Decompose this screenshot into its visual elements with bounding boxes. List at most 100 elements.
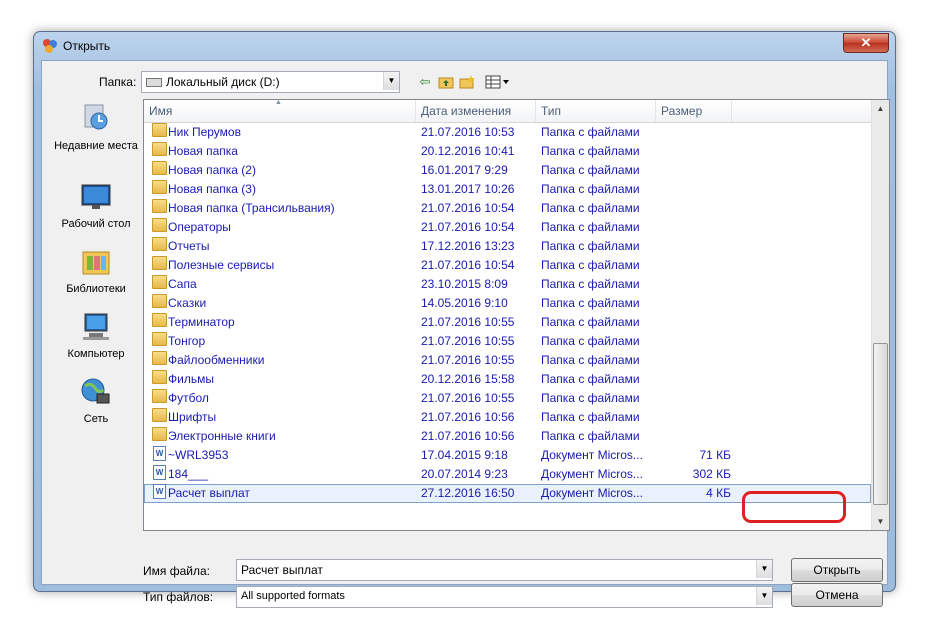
folder-icon (152, 275, 167, 289)
file-type: Папка с файлами (541, 353, 640, 367)
table-row[interactable]: Электронные книги 21.07.2016 10:56 Папка с… (144, 427, 871, 446)
file-type: Папка с файлами (541, 258, 640, 272)
file-type: Папка с файлами (541, 163, 640, 177)
table-row[interactable]: Тонгор 21.07.2016 10:55 Папка с файлами (144, 332, 871, 351)
desktop-icon (81, 184, 111, 209)
table-row[interactable]: Ник Перумов 21.07.2016 10:53 Папка с файла… (144, 123, 871, 142)
table-row[interactable]: Терминатор 21.07.2016 10:55 Папка с файлам… (144, 313, 871, 332)
table-row[interactable]: Отчеты 17.12.2016 13:23 Папка с файлами (144, 237, 871, 256)
folder-icon (152, 123, 167, 137)
open-button[interactable]: Открыть (791, 558, 883, 582)
file-name: 184___ (168, 467, 209, 481)
new-folder-icon[interactable] (458, 73, 476, 91)
table-row[interactable]: Сапа 23.10.2015 8:09 Папка с файлами (144, 275, 871, 294)
list-header: ▲ Имя Дата изменения Тип Размер (144, 100, 871, 123)
table-row[interactable]: Сказки 14.05.2016 9:10 Папка с файлами (144, 294, 871, 313)
chevron-down-icon[interactable]: ▼ (756, 587, 772, 605)
scroll-up-icon[interactable]: ▲ (872, 100, 889, 117)
filetype-select[interactable]: All supported formats ▼ (236, 586, 773, 608)
table-row[interactable]: Новая папка (Трансильвания) 21.07.2016 10… (144, 199, 871, 218)
folder-icon (152, 370, 167, 384)
table-row[interactable]: W ~WRL3953 17.04.2015 9:18 Документ Micros.… (144, 446, 871, 465)
column-type[interactable]: Тип (536, 100, 656, 122)
file-type: Папка с файлами (541, 429, 640, 443)
file-type: Папка с файлами (541, 125, 640, 139)
up-folder-icon[interactable] (437, 73, 455, 91)
file-name: Новая папка (3) (168, 182, 256, 196)
table-row[interactable]: W 184___ 20.07.2014 9:23 Документ Micros...… (144, 465, 871, 484)
column-name[interactable]: Имя (144, 100, 416, 122)
file-name: Операторы (168, 220, 231, 234)
table-row[interactable]: Новая папка 20.12.2016 10:41 Папка с файла… (144, 142, 871, 161)
word-document-icon: W (153, 446, 166, 461)
file-type: Папка с файлами (541, 239, 640, 253)
filename-input[interactable]: Расчет выплат ▼ (236, 559, 773, 581)
table-row[interactable]: Шрифты 21.07.2016 10:56 Папка с файлами (144, 408, 871, 427)
vertical-scrollbar[interactable]: ▲ ▼ (871, 100, 889, 530)
file-name: Тонгор (168, 334, 206, 348)
file-type: Документ Micros... (541, 448, 643, 462)
file-name: Полезные сервисы (168, 258, 275, 272)
filetype-label: Тип файлов: (143, 590, 214, 604)
scrollbar-thumb[interactable] (873, 343, 888, 505)
place-network[interactable]: Сеть (48, 376, 144, 425)
file-type: Папка с файлами (541, 315, 640, 329)
file-name: Фильмы (168, 372, 214, 386)
table-row[interactable]: Новая папка (3) 13.01.2017 10:26 Папка с ф… (144, 180, 871, 199)
chevron-down-icon[interactable]: ▼ (383, 72, 399, 90)
file-date: 21.07.2016 10:55 (421, 334, 515, 348)
cancel-button[interactable]: Отмена (791, 583, 883, 607)
file-list[interactable]: ▲ Имя Дата изменения Тип Размер Ник Перу… (143, 99, 890, 531)
folder-icon (152, 161, 167, 175)
file-name: Файлообменники (168, 353, 265, 367)
file-size: 4 КБ (706, 486, 731, 500)
file-name: Терминатор (168, 315, 235, 329)
table-row[interactable]: Полезные сервисы 21.07.2016 10:54 Папка с … (144, 256, 871, 275)
file-name: Электронные книги (168, 429, 276, 443)
place-label: Сеть (83, 413, 109, 425)
file-name: Шрифты (168, 410, 217, 424)
folder-value: Локальный диск (D:) (146, 75, 280, 89)
place-libraries[interactable]: Библиотеки (48, 246, 144, 295)
place-recent[interactable]: Недавние места (48, 103, 144, 152)
file-name: Новая папка (2) (168, 163, 256, 177)
computer-icon (83, 313, 109, 340)
folder-icon (152, 199, 167, 213)
folder-icon (152, 351, 167, 365)
folder-icon (152, 256, 167, 270)
table-row[interactable]: Новая папка (2) 16.01.2017 9:29 Папка с фа… (144, 161, 871, 180)
title-bar[interactable]: Открыть ✕ (34, 32, 895, 60)
drive-icon (146, 78, 162, 88)
file-name: Футбол (168, 391, 209, 405)
chevron-down-icon[interactable]: ▼ (756, 560, 772, 578)
table-row[interactable]: Операторы 21.07.2016 10:54 Папка с файлами (144, 218, 871, 237)
place-computer[interactable]: Компьютер (48, 311, 144, 360)
office-app-icon (43, 39, 57, 53)
libraries-icon (82, 251, 110, 275)
file-type: Папка с файлами (541, 410, 640, 424)
file-date: 21.07.2016 10:56 (421, 410, 515, 424)
file-name: Ник Перумов (168, 125, 241, 139)
scroll-down-icon[interactable]: ▼ (872, 513, 889, 530)
file-date: 21.07.2016 10:54 (421, 258, 515, 272)
file-type: Документ Micros... (541, 486, 643, 500)
table-row[interactable]: Файлообменники 21.07.2016 10:55 Папка с фа… (144, 351, 871, 370)
file-type: Папка с файлами (541, 182, 640, 196)
column-size[interactable]: Размер (656, 100, 732, 122)
places-bar: Недавние места Рабочий стол Библиотеки К… (48, 99, 144, 529)
file-name: Новая папка (Трансильвания) (168, 201, 335, 215)
place-desktop[interactable]: Рабочий стол (48, 181, 144, 230)
close-button[interactable]: ✕ (843, 33, 889, 53)
column-date[interactable]: Дата изменения (416, 100, 536, 122)
table-row[interactable]: Фильмы 20.12.2016 15:58 Папка с файлами (144, 370, 871, 389)
word-document-icon: W (153, 465, 166, 480)
file-date: 21.07.2016 10:54 (421, 201, 515, 215)
back-icon[interactable]: ⇦ (416, 73, 434, 91)
folder-combo[interactable]: Локальный диск (D:) ▼ (141, 71, 400, 93)
file-type: Папка с файлами (541, 220, 640, 234)
file-date: 21.07.2016 10:55 (421, 391, 515, 405)
view-menu-icon[interactable] (484, 73, 512, 91)
file-date: 21.07.2016 10:56 (421, 429, 515, 443)
file-rows: Ник Перумов 21.07.2016 10:53 Папка с файла… (144, 123, 871, 503)
table-row[interactable]: Футбол 21.07.2016 10:55 Папка с файлами (144, 389, 871, 408)
